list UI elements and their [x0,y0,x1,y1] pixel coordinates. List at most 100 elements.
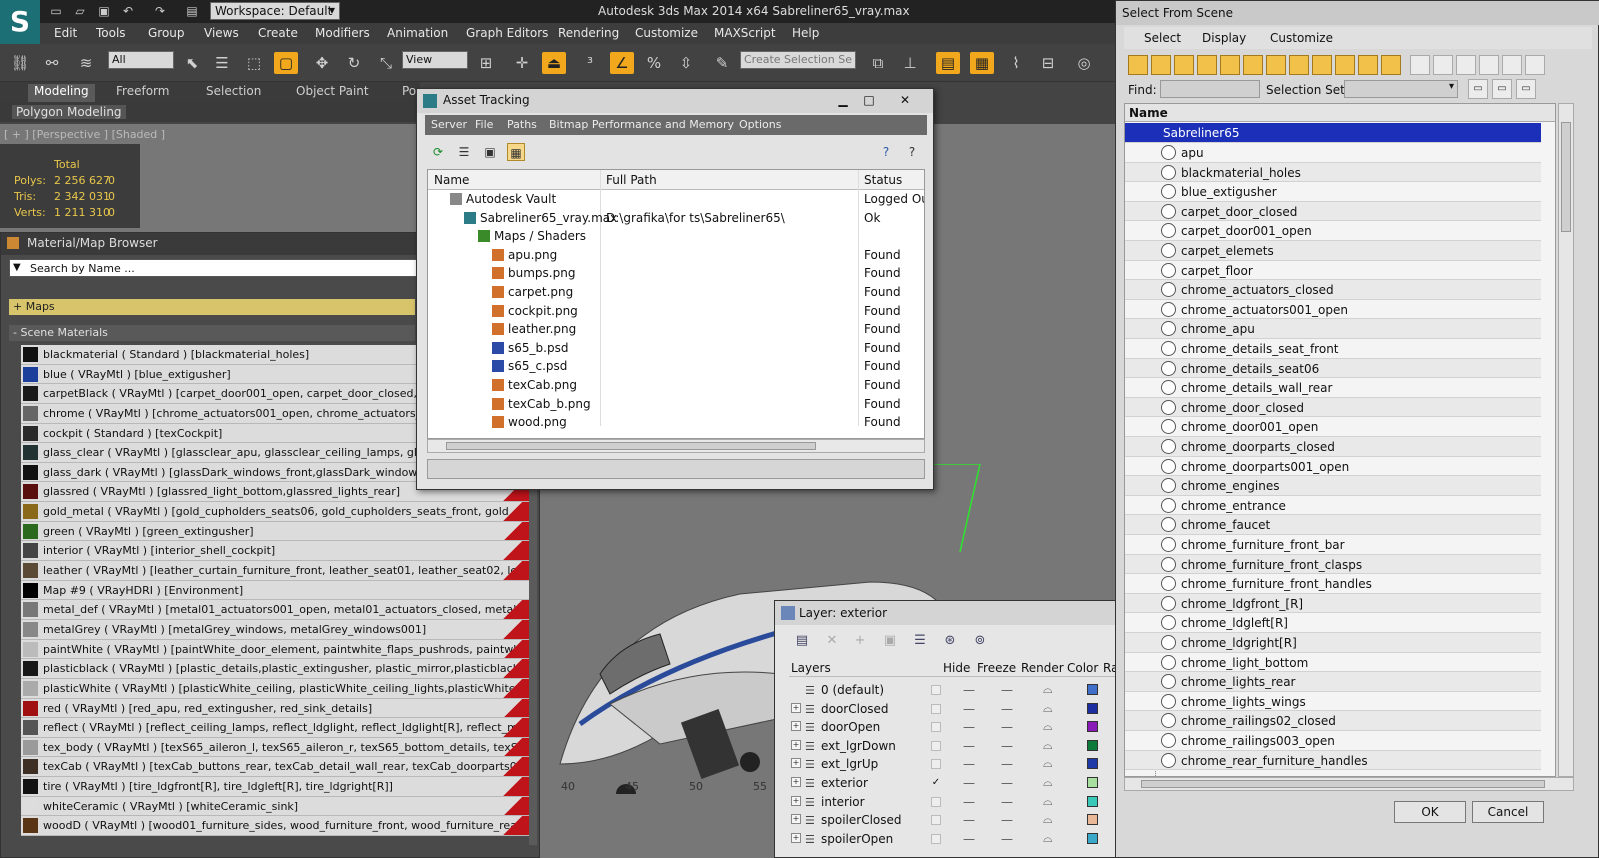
cancel-button[interactable]: Cancel [1472,801,1544,823]
menu-bitmap-performance[interactable]: Bitmap Performance and Memory [549,118,734,131]
hide-toggle[interactable]: — [963,739,975,753]
render-teapot-icon[interactable]: ⌓ [1043,794,1053,809]
tab-object-paint[interactable]: Object Paint [296,84,369,98]
layer-row[interactable]: + ☰ ext_lgrDown — — ⌓ [789,737,1119,756]
column-layers[interactable]: Layers [791,661,831,675]
helpers-filter-icon[interactable] [1220,55,1240,75]
project-folder-icon[interactable]: ▤ [184,4,200,19]
layer-row[interactable]: + ☰ doorOpen — — ⌓ [789,718,1119,737]
table-view-icon[interactable]: ▦ [507,143,525,161]
dropdown-triangle-icon[interactable]: ▼ [13,262,21,273]
highlight-selected-icon[interactable]: ☰ [911,632,929,650]
menu-modifiers[interactable]: Modifiers [315,26,370,40]
open-file-icon[interactable]: ▱ [72,4,88,19]
angle-snap-icon[interactable]: ∠ [610,52,634,74]
layer-manager-icon[interactable]: ▤ [936,52,960,74]
scene-object-item[interactable]: chrome_furniture_front_bar [1125,535,1541,555]
cameras-filter-icon[interactable] [1197,55,1217,75]
asset-row[interactable]: carpet.png Found [428,283,924,302]
menu-file[interactable]: File [475,118,493,131]
containers-filter-icon[interactable] [1335,55,1355,75]
save-icon[interactable]: ▣ [96,4,112,19]
asset-row[interactable]: texCab_b.png Found [428,395,924,414]
scene-object-item[interactable]: chrome_door001_open [1125,417,1541,437]
app-logo[interactable]: S [0,0,40,44]
render-teapot-icon[interactable]: ⌓ [1043,738,1053,753]
freeze-toggle[interactable]: — [1001,813,1013,827]
menu-group[interactable]: Group [148,26,185,40]
frozen-filter-icon[interactable] [1358,55,1378,75]
layer-name[interactable]: exterior [821,776,868,790]
current-layer-checkbox[interactable] [931,740,941,751]
scene-object-item[interactable]: chrome_lights_wings [1125,691,1541,712]
material-list-item[interactable]: whiteCeramic ( VRayMtl ) [whiteCeramic_s… [21,796,531,817]
layer-row[interactable]: + ☰ interior — — ⌓ [789,793,1119,812]
menu-views[interactable]: Views [204,26,239,40]
layer-row[interactable]: ☰ 0 (default) — — ⌓ [789,681,1119,700]
expand-toggle[interactable]: + [791,702,801,713]
scene-object-item[interactable]: chrome_details_seat_front [1125,339,1541,359]
schematic-view-icon[interactable]: ⊟ [1036,52,1060,74]
layer-color-swatch[interactable] [1087,832,1098,844]
scene-object-item[interactable]: chrome_ldgleft[R] [1125,613,1541,633]
tab-selection[interactable]: Selection [206,84,261,98]
scene-object-item[interactable]: chrome_faucet [1125,515,1541,535]
align-icon[interactable]: ⊥ [898,52,922,74]
add-to-layer-icon[interactable]: + [851,632,869,650]
asset-tracking-title[interactable]: Asset Tracking ▁ □ ✕ [417,89,933,113]
menu-help[interactable]: Help [792,26,819,40]
bind-space-warp-icon[interactable]: ≋ [74,52,98,74]
pivot-center-icon[interactable]: ⊞ [474,52,498,74]
hide-toggle[interactable]: — [963,720,975,734]
unlink-icon[interactable]: ⚯ [40,52,64,74]
display-invert-icon[interactable] [1456,55,1476,75]
current-layer-checkbox[interactable] [931,833,941,844]
render-teapot-icon[interactable]: ⌓ [1043,831,1053,846]
layer-name[interactable]: ext_lgrDown [821,739,896,753]
material-list-item[interactable]: tex_body ( VRayMtl ) [texS65_aileron_l, … [21,737,531,758]
tab-modeling[interactable]: Modeling [28,84,95,102]
named-selection-set-input[interactable]: Create Selection Se [740,51,856,69]
column-hide[interactable]: Hide [943,661,970,675]
asset-row[interactable]: Autodesk Vault Logged Out [428,190,924,209]
context-help-icon[interactable]: ? [903,143,921,161]
scene-object-item[interactable]: chrome_railings003_open [1125,731,1541,751]
menu-customize[interactable]: Customize [635,26,698,40]
column-full-path[interactable]: Full Path [606,173,657,187]
column-color[interactable]: Color [1067,661,1098,675]
scene-object-item[interactable]: chrome_apu [1125,319,1541,339]
mirror-icon[interactable]: ⧉ [866,52,890,74]
scroll-thumb[interactable] [446,442,816,450]
close-button[interactable]: ✕ [893,91,917,109]
freeze-toggle[interactable]: — [1001,702,1013,716]
expand-toggle[interactable]: + [791,739,801,750]
menu-options[interactable]: Options [739,118,781,131]
scene-object-item[interactable]: chrome_furniture_front_clasps [1125,554,1541,575]
expand-toggle[interactable]: + [791,814,801,825]
expand-toggle[interactable]: + [791,832,801,843]
scene-object-item[interactable]: chrome_details_wall_rear [1125,378,1541,398]
material-list-item[interactable]: gold_metal ( VRayMtl ) [gold_cupholders_… [21,502,531,522]
render-teapot-icon[interactable]: ⌓ [1043,775,1053,790]
render-teapot-icon[interactable]: ⌓ [1043,701,1053,716]
menu-graph-editors[interactable]: Graph Editors [466,26,548,40]
hide-all-icon[interactable]: ⊛ [941,632,959,650]
lights-filter-icon[interactable] [1174,55,1194,75]
select-invert-icon[interactable]: ▭ [1516,79,1536,99]
column-name[interactable]: Name [1125,104,1555,122]
render-teapot-icon[interactable]: ⌓ [1043,756,1053,771]
layer-row[interactable]: + ☰ ext_lgrUp — — ⌓ [789,755,1119,774]
freeze-toggle[interactable]: — [1001,776,1013,790]
keyboard-shortcut-icon[interactable]: ⏏ [542,52,566,74]
material-list-item[interactable]: metal_def ( VRayMtl ) [metal01_actuators… [21,600,531,620]
asset-row[interactable]: cockpit.png Found [428,302,924,321]
layer-row[interactable]: + ☰ doorClosed — — ⌓ [789,700,1119,719]
scene-object-item[interactable]: chrome_rear_furniture_handles [1125,750,1541,771]
layer-name[interactable]: doorClosed [821,702,889,716]
workspace-select[interactable]: Workspace: Default ▾ [210,2,340,20]
select-manipulate-icon[interactable]: ✛ [510,52,534,74]
groups-filter-icon[interactable] [1266,55,1286,75]
material-list-item[interactable]: plasticWhite ( VRayMtl ) [plasticWhite_c… [21,678,531,699]
filter-icon[interactable] [1479,55,1499,75]
layer-color-swatch[interactable] [1087,684,1098,695]
